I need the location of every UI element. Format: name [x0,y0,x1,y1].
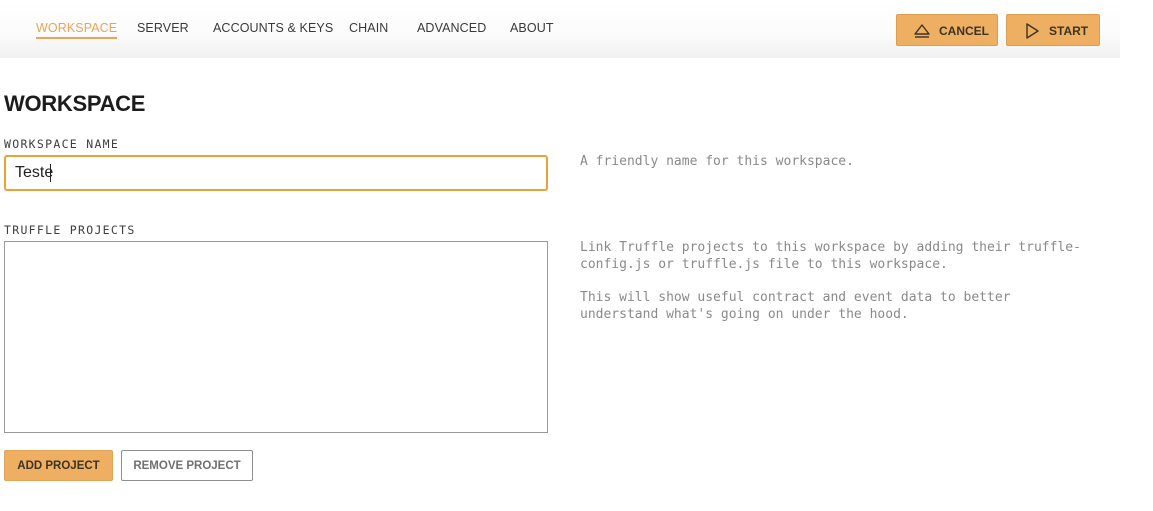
truffle-projects-help: Link Truffle projects to this workspace … [580,240,1081,272]
truffle-projects-label: TRUFFLE PROJECTS [4,223,136,237]
cancel-button[interactable]: CANCEL [896,14,998,46]
tab-about[interactable]: ABOUT [510,21,554,35]
eject-icon [914,24,930,38]
workspace-name-input[interactable] [4,155,548,191]
truffle-projects-help-detail: This will show useful contract and event… [580,290,1011,322]
start-label: START [1049,24,1089,38]
tab-accounts-keys[interactable]: ACCOUNTS & KEYS [213,21,333,35]
text-cursor [50,164,51,182]
truffle-projects-list[interactable] [4,241,548,433]
cancel-label: CANCEL [939,24,989,38]
remove-project-button[interactable]: REMOVE PROJECT [121,450,253,481]
tab-workspace[interactable]: WORKSPACE [36,21,118,39]
tab-server[interactable]: SERVER [137,21,189,35]
play-icon [1026,23,1039,39]
add-project-button[interactable]: ADD PROJECT [4,450,113,481]
tab-advanced[interactable]: ADVANCED [417,21,486,35]
start-button[interactable]: START [1006,14,1100,46]
page-title: WORKSPACE [4,91,146,116]
workspace-name-help: A friendly name for this workspace. [580,154,854,169]
workspace-name-label: WORKSPACE NAME [4,137,120,151]
top-navigation-bar: WORKSPACE SERVER ACCOUNTS & KEYS CHAIN A… [0,0,1120,58]
tab-chain[interactable]: CHAIN [349,21,388,35]
